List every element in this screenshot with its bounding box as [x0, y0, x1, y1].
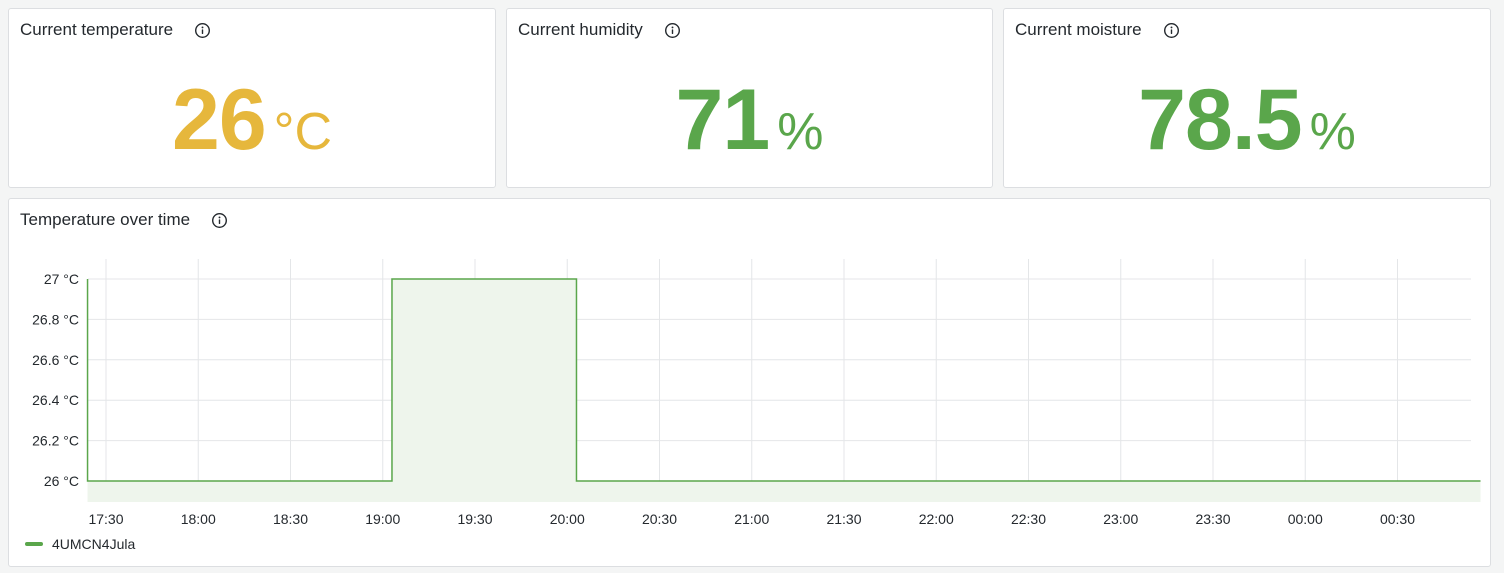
current-moisture-panel: Current moisture 78.5%	[1003, 8, 1491, 188]
x-tick-label: 23:00	[1103, 511, 1138, 527]
panel-title: Current humidity	[518, 20, 643, 39]
x-tick-label: 20:00	[550, 511, 585, 527]
x-tick-label: 23:30	[1195, 511, 1230, 527]
y-tick-label: 26.8 °C	[32, 311, 79, 327]
stat-unit: %	[1309, 103, 1356, 161]
info-icon[interactable]	[664, 22, 681, 39]
y-tick-label: 26.6 °C	[32, 352, 79, 368]
x-tick-label: 18:30	[273, 511, 308, 527]
current-temperature-panel: Current temperature 26 °C	[8, 8, 496, 188]
x-tick-label: 17:30	[88, 511, 123, 527]
temperature-chart[interactable]: 27 °C 26.8 °C 26.6 °C 26.4 °C 26.2 °C 26 °C 17…	[9, 199, 1492, 568]
stat-value: 71%	[507, 71, 992, 170]
stat-value: 78.5%	[1004, 71, 1490, 170]
x-tick-label: 00:00	[1288, 511, 1323, 527]
x-tick-label: 21:30	[826, 511, 861, 527]
info-icon[interactable]	[194, 22, 211, 39]
y-tick-label: 26.4 °C	[32, 392, 79, 408]
x-tick-label: 21:00	[734, 511, 769, 527]
stat-value: 26 °C	[9, 71, 495, 170]
panel-title: Current moisture	[1015, 20, 1142, 39]
series-line	[86, 278, 1481, 482]
x-tick-label: 22:00	[919, 511, 954, 527]
temperature-over-time-panel: Temperature over time 27 °C 26.8 °C 26.6 °…	[8, 198, 1491, 567]
panel-title: Current temperature	[20, 20, 174, 39]
legend-swatch	[25, 542, 43, 546]
x-tick-label: 18:00	[181, 511, 216, 527]
x-tick-label: 19:30	[457, 511, 492, 527]
x-tick-label: 22:30	[1011, 511, 1046, 527]
legend-item[interactable]: 4UMCN4Jula	[25, 536, 135, 552]
y-tick-label: 26.2 °C	[32, 433, 79, 449]
y-tick-label: 27 °C	[44, 271, 79, 287]
x-tick-label: 00:30	[1380, 511, 1415, 527]
legend-label: 4UMCN4Jula	[52, 536, 136, 552]
x-tick-label: 20:30	[642, 511, 677, 527]
stat-unit: %	[777, 103, 824, 161]
stat-number: 78.5	[1138, 72, 1302, 168]
x-tick-label: 19:00	[365, 511, 400, 527]
stat-number: 26	[171, 72, 267, 168]
info-icon[interactable]	[1163, 22, 1180, 39]
stat-unit: °C	[273, 103, 333, 161]
series-area	[87, 279, 1481, 502]
y-tick-label: 26 °C	[44, 473, 79, 489]
stat-number: 71	[675, 72, 771, 168]
current-humidity-panel: Current humidity 71%	[506, 8, 993, 188]
